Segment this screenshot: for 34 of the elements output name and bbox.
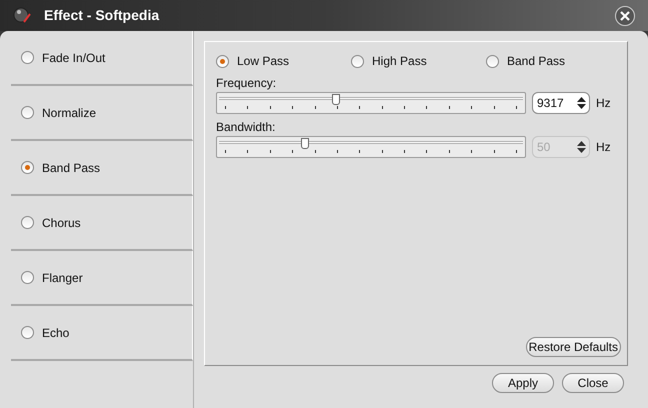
radio-button[interactable] xyxy=(21,326,34,339)
filter-label[interactable]: Low Pass xyxy=(237,52,290,70)
effect-label[interactable]: Band Pass xyxy=(42,158,100,176)
radio-button[interactable] xyxy=(486,54,499,68)
effect-label[interactable]: Fade In/Out xyxy=(42,48,106,66)
unit-label: Hz xyxy=(596,139,611,156)
radio-button[interactable] xyxy=(21,216,34,229)
radio-button[interactable] xyxy=(216,54,229,68)
unit-label: Hz xyxy=(596,95,611,112)
radio-button[interactable] xyxy=(21,161,34,174)
radio-button[interactable] xyxy=(21,51,34,64)
slider[interactable] xyxy=(216,136,526,158)
window-title: Effect - Softpedia xyxy=(44,6,160,25)
filter-label[interactable]: Band Pass xyxy=(507,52,566,70)
slider-label: Bandwidth: xyxy=(216,119,276,136)
app-icon xyxy=(13,6,33,26)
slider-thumb[interactable] xyxy=(332,94,340,105)
radio-button[interactable] xyxy=(351,54,364,68)
close-button[interactable] xyxy=(615,6,635,26)
effect-label[interactable]: Echo xyxy=(42,324,70,342)
dialog-button[interactable]: Close xyxy=(562,373,624,393)
radio-button[interactable] xyxy=(21,271,34,284)
effect-label[interactable]: Chorus xyxy=(42,214,81,232)
effect-label[interactable]: Flanger xyxy=(42,268,83,286)
effect-label[interactable]: Normalize xyxy=(42,104,96,122)
close-icon xyxy=(620,10,630,20)
spin-arrows-icon[interactable] xyxy=(577,97,586,109)
dialog-button[interactable]: Apply xyxy=(492,373,554,393)
radio-button[interactable] xyxy=(21,106,34,119)
slider-label: Frequency: xyxy=(216,75,278,92)
restore-defaults-button[interactable]: Restore Defaults xyxy=(526,337,621,357)
number-spinner[interactable]: 9317 xyxy=(532,92,590,114)
slider[interactable] xyxy=(216,92,526,114)
filter-label[interactable]: High Pass xyxy=(372,52,427,70)
